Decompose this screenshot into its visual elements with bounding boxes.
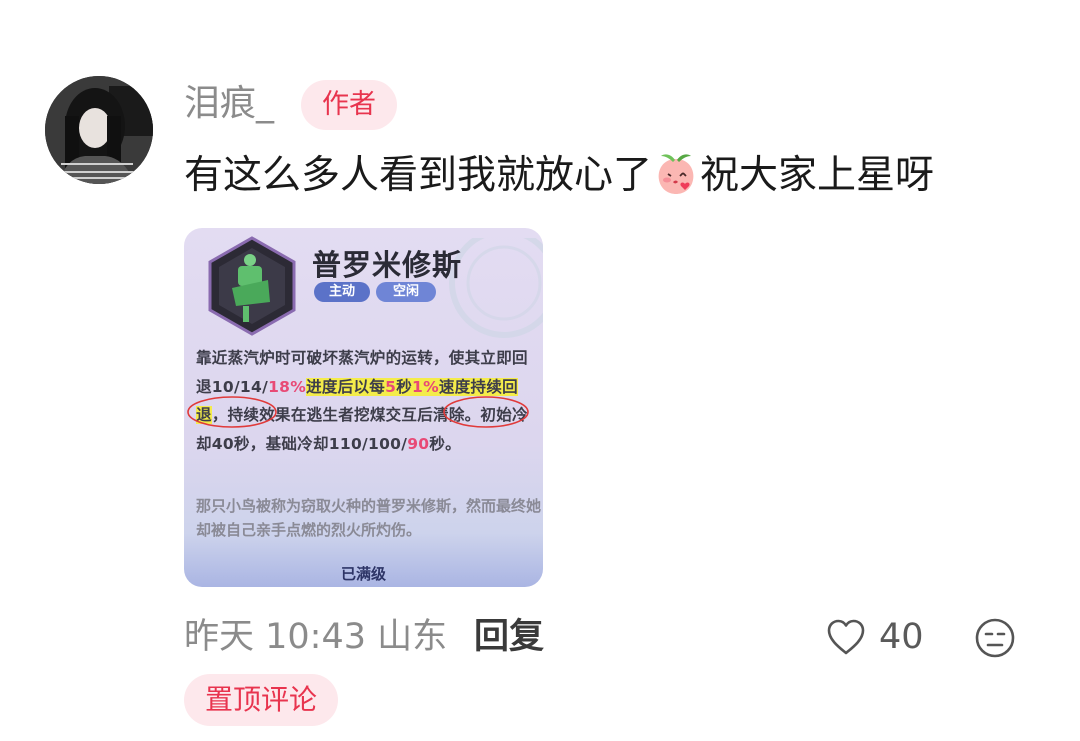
annotation-circles bbox=[187, 396, 529, 428]
comment-text: 有这么多人看到我就放心了 祝大家上星呀 bbox=[184, 148, 934, 204]
max-level-label: 已满级 bbox=[340, 565, 386, 583]
skill-icon bbox=[208, 236, 296, 336]
author-badge: 作者 bbox=[301, 80, 397, 130]
username[interactable]: 泪痕_ bbox=[184, 78, 274, 130]
comment-text-part-2: 祝大家上星呀 bbox=[700, 153, 935, 198]
reply-button[interactable]: 回复 bbox=[474, 613, 544, 661]
pinned-comment-badge: 置顶评论 bbox=[184, 674, 338, 726]
skill-lore: 那只小鸟被称为窃取火种的普罗米修斯，然而最终她却被自己亲手点燃的烈火所灼伤。 bbox=[196, 497, 542, 539]
like-count: 40 bbox=[879, 617, 924, 657]
skill-title: 普罗米修斯 bbox=[312, 248, 463, 282]
comment-text-part-1: 有这么多人看到我就放心了 bbox=[184, 153, 653, 198]
peach-kiss-emoji-icon bbox=[653, 150, 699, 196]
skill-tag-active: 主动 bbox=[314, 282, 370, 302]
comment-meta: 昨天 10:43 山东 bbox=[184, 613, 447, 661]
avatar[interactable] bbox=[45, 76, 153, 184]
location: 山东 bbox=[377, 617, 448, 657]
skill-tag-idle: 空闲 bbox=[376, 282, 436, 302]
attached-image[interactable]: 普罗米修斯 主动 空闲 靠近蒸汽炉时可破坏蒸汽炉的运转，使其立即回退10/14/… bbox=[184, 228, 543, 587]
timestamp: 昨天 10:43 bbox=[184, 617, 366, 657]
dislike-face-icon[interactable] bbox=[974, 617, 1016, 659]
heart-icon[interactable] bbox=[826, 618, 866, 656]
